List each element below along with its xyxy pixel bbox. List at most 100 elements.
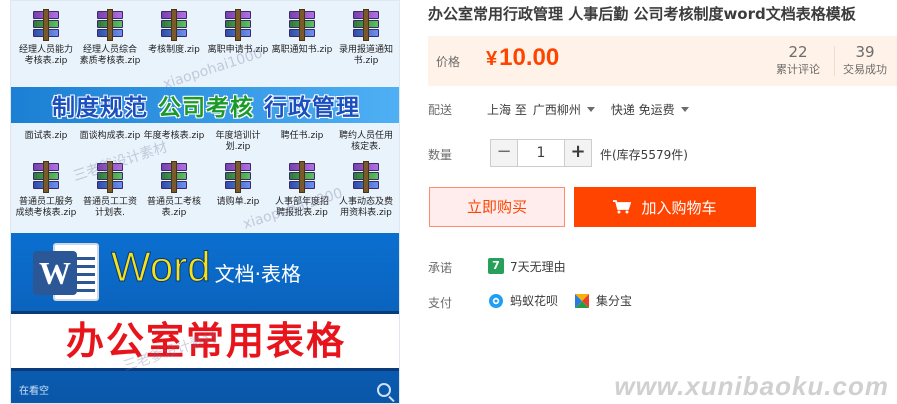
rar-archive-icon (351, 9, 381, 43)
rar-file-item: 人事部年度招聘报批表.zip (271, 161, 333, 219)
file-label: 普通员工工资计划表. (82, 197, 137, 218)
payment-method-label: 蚂蚁花呗 (510, 294, 559, 308)
file-label: 聘约人员任用核定表. (338, 131, 393, 152)
word-title-small: 文档·表格 (214, 262, 301, 286)
file-label: 请购单.zip (216, 197, 260, 207)
file-label: 离职申请书.zip (207, 45, 269, 55)
word-promo-panel: W Word 文档·表格 办公室常用表格 在看空 (11, 233, 399, 403)
reviews-count: 22 (788, 43, 808, 61)
file-label: 人事部年度招聘报批表.zip (274, 197, 329, 218)
payment-method-label: 集分宝 (596, 294, 633, 308)
word-title: Word 文档·表格 (111, 243, 301, 295)
file-label: 面试表.zip (24, 131, 68, 141)
huabei-icon (489, 293, 503, 308)
rar-archive-icon (223, 9, 253, 43)
sales-label: 交易成功 (843, 63, 887, 76)
reviews-stat[interactable]: 22 累计评论 (768, 43, 828, 78)
rar-file-item: 经理人员综合素质考核表.zip (79, 9, 141, 67)
price-amount: 10.00 (499, 44, 560, 71)
file-label: 年度培训计划.zip (215, 131, 261, 152)
product-image-gallery[interactable]: 经理人员能力考核表.zip 经理人员综合素质考核表.zip 考核制度.zip 离… (0, 0, 404, 404)
rar-file-item: 普通员工考核表.zip (143, 161, 205, 219)
reviews-label: 累计评论 (776, 63, 820, 76)
ship-to-select[interactable]: 广西柳州 (533, 101, 581, 118)
banner-word: 公司考核 (158, 95, 254, 122)
quantity-decrease-button[interactable]: − (491, 140, 517, 166)
rar-file-item: 年度考核表.zip (143, 129, 205, 142)
rar-file-item: 请购单.zip (207, 161, 269, 208)
buy-now-button[interactable]: 立即购买 (429, 187, 565, 227)
shipping-label: 配送 (428, 103, 453, 117)
add-to-cart-label: 加入购物车 (641, 198, 717, 217)
office-title-text: 办公室常用表格 (65, 319, 346, 363)
rar-file-item: 离职申请书.zip (207, 9, 269, 56)
rar-file-item: 离职通知书.zip (271, 9, 333, 56)
currency-symbol: ¥ (486, 48, 498, 70)
word-title-big: Word (111, 243, 212, 291)
file-label: 普通员工服务成绩考核表.zip (15, 197, 77, 218)
payment-label: 支付 (428, 296, 453, 310)
rar-file-item: 聘约人员任用核定表. (335, 129, 397, 153)
rar-file-item: 聘任书.zip (271, 129, 333, 142)
file-label: 经理人员能力考核表.zip (18, 45, 73, 66)
jifenbao-icon (575, 293, 589, 308)
file-label: 普通员工考核表.zip (146, 197, 201, 218)
rar-file-item: 普通员工工资计划表. (79, 161, 141, 219)
price-panel: 价格 ¥10.00 22 累计评论 39 交易成功 (428, 36, 897, 86)
rar-archive-icon (95, 161, 125, 195)
ship-from: 上海 至 (487, 103, 527, 117)
file-row-1: 经理人员能力考核表.zip 经理人员综合素质考核表.zip 考核制度.zip 离… (11, 9, 399, 93)
price-label: 价格 (436, 55, 461, 69)
rar-archive-icon (95, 9, 125, 43)
quantity-input[interactable] (517, 140, 565, 166)
sales-count: 39 (855, 43, 875, 61)
rar-file-item: 年度培训计划.zip (207, 129, 269, 153)
file-label: 聘任书.zip (280, 131, 324, 141)
rar-archive-icon (159, 161, 189, 195)
file-label: 经理人员综合素质考核表.zip (79, 45, 141, 66)
rar-archive-icon (287, 161, 317, 195)
add-to-cart-button[interactable]: 加入购物车 (574, 187, 756, 227)
product-main-image[interactable]: 经理人员能力考核表.zip 经理人员综合素质考核表.zip 考核制度.zip 离… (10, 0, 400, 404)
product-info-panel: 办公室常用行政管理 人事后勤 公司考核制度word文档表格模板 价格 ¥10.0… (428, 0, 897, 404)
promise-label: 承诺 (428, 261, 453, 275)
rar-file-item: 面试表.zip (15, 129, 77, 142)
rar-archive-icon (223, 161, 253, 195)
category-banner: 制度规范 公司考核 行政管理 (11, 87, 399, 123)
rar-archive-icon (287, 9, 317, 43)
file-label: 年度考核表.zip (143, 131, 205, 141)
quantity-increase-button[interactable]: + (565, 140, 591, 166)
rar-archive-icon (351, 161, 381, 195)
rar-file-item: 考核制度.zip (143, 9, 205, 56)
chevron-down-icon[interactable] (586, 107, 595, 112)
payment-method-jifenbao[interactable]: 集分宝 (574, 292, 632, 309)
file-label: 考核制度.zip (148, 45, 200, 55)
rar-file-item: 普通员工服务成绩考核表.zip (15, 161, 77, 219)
rar-file-item: 经理人员能力考核表.zip (15, 9, 77, 67)
rar-archive-icon (31, 161, 61, 195)
promise-text[interactable]: 7天无理由 (510, 258, 566, 275)
rar-archive-icon (31, 9, 61, 43)
product-title: 办公室常用行政管理 人事后勤 公司考核制度word文档表格模板 (428, 5, 856, 23)
seven-day-return-icon: 7 (488, 258, 504, 274)
rar-file-item: 录用报道通知书.zip (335, 9, 397, 67)
banner-word: 行政管理 (264, 95, 360, 122)
stock-info: 件(库存5579件) (600, 148, 688, 162)
file-label: 面谈构成表.zip (79, 131, 141, 141)
rar-file-item: 面谈构成表.zip (79, 129, 141, 142)
office-title-banner: 办公室常用表格 (11, 311, 399, 371)
chevron-down-icon[interactable] (680, 107, 689, 112)
quantity-stepper: − + (490, 139, 592, 167)
shipping-method-select[interactable]: 快递 免运费 (611, 101, 675, 118)
rar-archive-icon (159, 9, 189, 43)
rar-file-item: 人事动态及费用资料表.zip (335, 161, 397, 219)
sales-stat: 39 交易成功 (835, 43, 895, 78)
file-row-2: 面试表.zip 面谈构成表.zip 年度考核表.zip 年度培训计划.zip 聘… (11, 125, 399, 155)
magnifier-icon[interactable] (377, 383, 391, 397)
file-label: 人事动态及费用资料表.zip (338, 197, 393, 218)
price-value: ¥10.00 (486, 44, 559, 72)
site-watermark: www.xunibaoku.com (614, 371, 889, 401)
file-label: 离职通知书.zip (271, 45, 333, 55)
payment-method-huabei[interactable]: 蚂蚁花呗 (488, 292, 558, 309)
zoom-hint: 在看空 (19, 386, 49, 397)
